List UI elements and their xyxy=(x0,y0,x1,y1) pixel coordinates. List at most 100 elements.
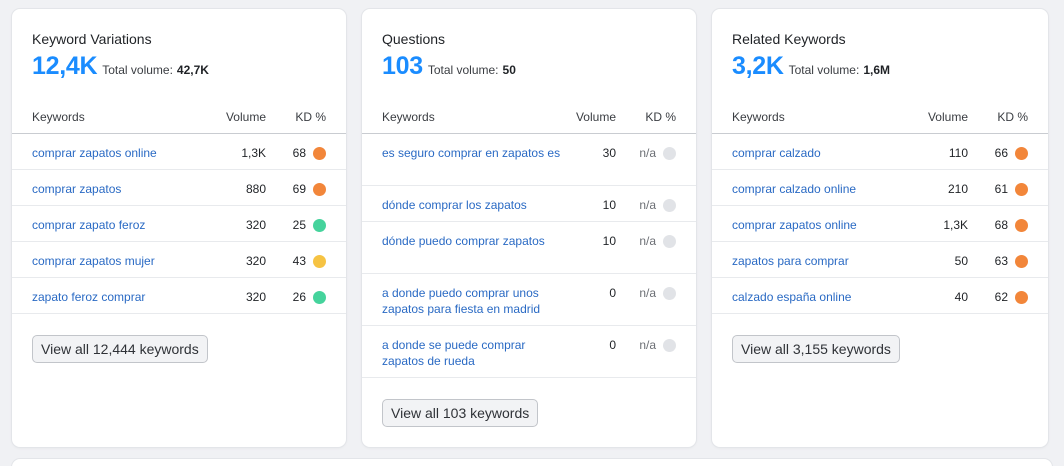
keyword-count[interactable]: 3,2K xyxy=(732,52,784,81)
keyword-link[interactable]: comprar calzado xyxy=(732,145,902,161)
kd-difficulty-dot xyxy=(663,234,676,248)
total-volume-label: Total volume: xyxy=(427,63,499,77)
kd-cell: 63 xyxy=(995,253,1028,269)
table-row: comprar zapato feroz 320 25 xyxy=(12,206,346,242)
kd-value: 25 xyxy=(292,218,306,232)
keyword-link[interactable]: zapatos para comprar xyxy=(732,253,902,269)
view-all-keyword-variations-button[interactable]: View all 12,444 keywords xyxy=(32,335,208,363)
volume-value: 50 xyxy=(954,254,968,268)
kd-cell: 68 xyxy=(293,145,326,161)
questions-card: Questions 103 Total volume: 50 Keywords … xyxy=(362,9,696,447)
view-all-related-keywords-button[interactable]: View all 3,155 keywords xyxy=(732,335,900,363)
table-row: comprar calzado 110 66 xyxy=(712,134,1048,170)
summary: 3,2K Total volume: 1,6M xyxy=(732,52,890,81)
volume-value: 320 xyxy=(245,254,266,268)
card-title: Keyword Variations xyxy=(32,31,152,47)
keyword-count[interactable]: 103 xyxy=(382,52,423,81)
keyword-link[interactable]: calzado españa online xyxy=(732,289,902,305)
kd-cell: 69 xyxy=(293,181,326,197)
table-row: comprar calzado online 210 61 xyxy=(712,170,1048,206)
volume-value: 1,3K xyxy=(943,218,968,232)
kd-cell: 25 xyxy=(293,217,326,233)
volume-value: 880 xyxy=(245,182,266,196)
column-header-volume: Volume xyxy=(575,110,616,124)
kd-cell: n/a xyxy=(639,145,676,161)
summary: 103 Total volume: 50 xyxy=(382,52,516,81)
volume-value: 1,3K xyxy=(241,146,266,160)
table-row: dónde puedo comprar zapatos 10 n/a xyxy=(362,222,696,274)
keyword-link[interactable]: comprar zapatos xyxy=(32,181,202,197)
keyword-link[interactable]: comprar calzado online xyxy=(732,181,902,197)
table-row: comprar zapatos mujer 320 43 xyxy=(12,242,346,278)
view-all-questions-button[interactable]: View all 103 keywords xyxy=(382,399,539,427)
table-row: a donde se puede comprar zapatos de rued… xyxy=(362,326,696,378)
table-row: es seguro comprar en zapatos es 30 n/a xyxy=(362,134,696,186)
kd-difficulty-dot xyxy=(1015,218,1028,232)
volume-value: 0 xyxy=(609,286,616,300)
total-volume-label: Total volume: xyxy=(788,63,860,77)
keyword-link[interactable]: dónde comprar los zapatos xyxy=(382,197,567,213)
volume-value: 320 xyxy=(245,218,266,232)
column-header-keywords: Keywords xyxy=(32,110,85,124)
kd-value: 63 xyxy=(994,254,1008,268)
table-row: calzado españa online 40 62 xyxy=(712,278,1048,314)
keyword-link[interactable]: comprar zapatos online xyxy=(732,217,902,233)
total-volume-value: 42,7K xyxy=(176,63,209,77)
volume-value: 320 xyxy=(245,290,266,304)
kd-difficulty-dot xyxy=(313,182,326,196)
kd-cell: n/a xyxy=(639,197,676,213)
volume-value: 10 xyxy=(602,198,616,212)
kd-cell: 66 xyxy=(995,145,1028,161)
column-header-kd: KD % xyxy=(997,110,1028,124)
kd-difficulty-dot xyxy=(1015,290,1028,304)
kd-value: 68 xyxy=(292,146,306,160)
total-volume-label: Total volume: xyxy=(102,63,173,77)
next-section-card xyxy=(12,459,1052,466)
keyword-overview-page: Keyword Variations 12,4K Total volume: 4… xyxy=(0,0,1064,466)
kd-value: 68 xyxy=(994,218,1008,232)
column-header-volume: Volume xyxy=(927,110,968,124)
related-keywords-card: Related Keywords 3,2K Total volume: 1,6M… xyxy=(712,9,1048,447)
kd-value: n/a xyxy=(639,286,656,300)
kd-value: 62 xyxy=(994,290,1008,304)
kd-difficulty-dot xyxy=(313,290,326,304)
kd-value: n/a xyxy=(639,146,656,160)
summary: 12,4K Total volume: 42,7K xyxy=(32,52,209,81)
kd-difficulty-dot xyxy=(663,146,676,160)
table-row: dónde comprar los zapatos 10 n/a xyxy=(362,186,696,222)
kd-difficulty-dot xyxy=(663,338,676,352)
keyword-count[interactable]: 12,4K xyxy=(32,52,98,81)
keyword-table: es seguro comprar en zapatos es 30 n/a d… xyxy=(362,134,696,378)
kd-value: 26 xyxy=(292,290,306,304)
keyword-table: comprar calzado 110 66 comprar calzado o… xyxy=(712,134,1048,314)
keyword-link[interactable]: zapato feroz comprar xyxy=(32,289,202,305)
kd-cell: n/a xyxy=(639,337,676,353)
table-header: Keywords Volume KD % xyxy=(362,107,696,134)
column-header-volume: Volume xyxy=(225,110,266,124)
keyword-link[interactable]: a donde se puede comprar zapatos de rued… xyxy=(382,337,567,369)
kd-difficulty-dot xyxy=(1015,182,1028,196)
kd-difficulty-dot xyxy=(1015,146,1028,160)
kd-value: 61 xyxy=(994,182,1008,196)
keyword-link[interactable]: es seguro comprar en zapatos es xyxy=(382,145,567,161)
keyword-link[interactable]: comprar zapatos online xyxy=(32,145,202,161)
volume-value: 210 xyxy=(947,182,968,196)
kd-cell: n/a xyxy=(639,233,676,249)
kd-cell: 68 xyxy=(995,217,1028,233)
volume-value: 0 xyxy=(609,338,616,352)
kd-cell: 62 xyxy=(995,289,1028,305)
table-row: comprar zapatos online 1,3K 68 xyxy=(12,134,346,170)
keyword-link[interactable]: comprar zapatos mujer xyxy=(32,253,202,269)
keyword-variations-card: Keyword Variations 12,4K Total volume: 4… xyxy=(12,9,346,447)
kd-value: n/a xyxy=(639,234,656,248)
keyword-link[interactable]: a donde puedo comprar unos zapatos para … xyxy=(382,285,567,317)
column-header-keywords: Keywords xyxy=(382,110,435,124)
table-row: comprar zapatos online 1,3K 68 xyxy=(712,206,1048,242)
card-title: Questions xyxy=(382,31,446,47)
volume-value: 110 xyxy=(948,146,968,160)
keyword-link[interactable]: comprar zapato feroz xyxy=(32,217,202,233)
keyword-link[interactable]: dónde puedo comprar zapatos xyxy=(382,233,567,249)
kd-cell: n/a xyxy=(639,285,676,301)
column-header-kd: KD % xyxy=(295,110,326,124)
kd-cell: 26 xyxy=(293,289,326,305)
